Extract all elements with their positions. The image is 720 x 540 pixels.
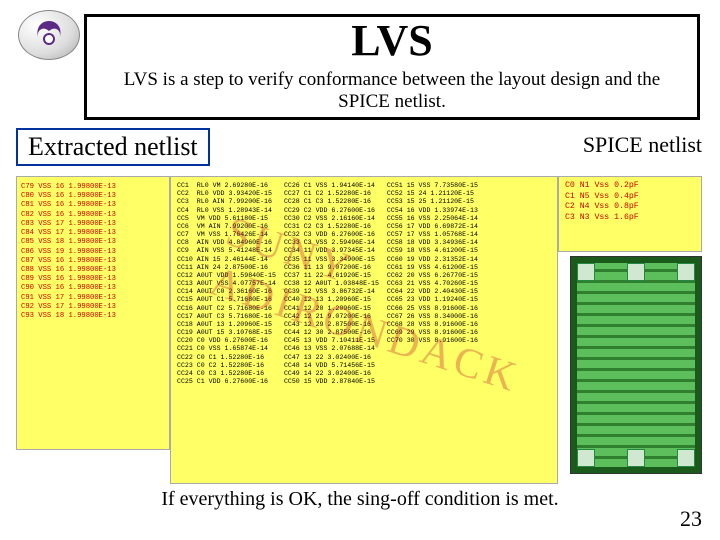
spice-netlist-heading: SPICE netlist xyxy=(583,132,702,158)
logo xyxy=(18,10,80,60)
netlist-detail-panel: CC1 RL0 VM 2.69280E-16 CC2 RL0 VDD 3.934… xyxy=(170,176,558,484)
page-number: 23 xyxy=(680,506,702,532)
title-container: LVS LVS is a step to verify conformance … xyxy=(84,14,700,120)
footer-text: If everything is OK, the sing-off condit… xyxy=(0,488,720,511)
spice-netlist-panel: C0 N1 Vss 0.2pF C1 N5 Vss 0.4pF C2 N4 Vs… xyxy=(558,176,702,252)
netlist-col-1: CC1 RL0 VM 2.69280E-16 CC2 RL0 VDD 3.934… xyxy=(177,182,276,386)
netlist-col-2: CC26 C1 VSS 1.94140E-14 CC27 C1 C2 1.522… xyxy=(284,182,379,386)
extracted-netlist-panel: C79 VSS 16 1.99800E-13 C80 VSS 16 1.9980… xyxy=(16,176,170,450)
page-subtitle: LVS is a step to verify conformance betw… xyxy=(107,69,677,113)
page-title: LVS xyxy=(87,17,697,65)
netlist-col-3: CC51 15 VSS 7.73580E-15 CC52 15 24 1.211… xyxy=(387,182,478,386)
extracted-netlist-heading: Extracted netlist xyxy=(16,128,210,166)
layout-preview xyxy=(570,256,702,474)
